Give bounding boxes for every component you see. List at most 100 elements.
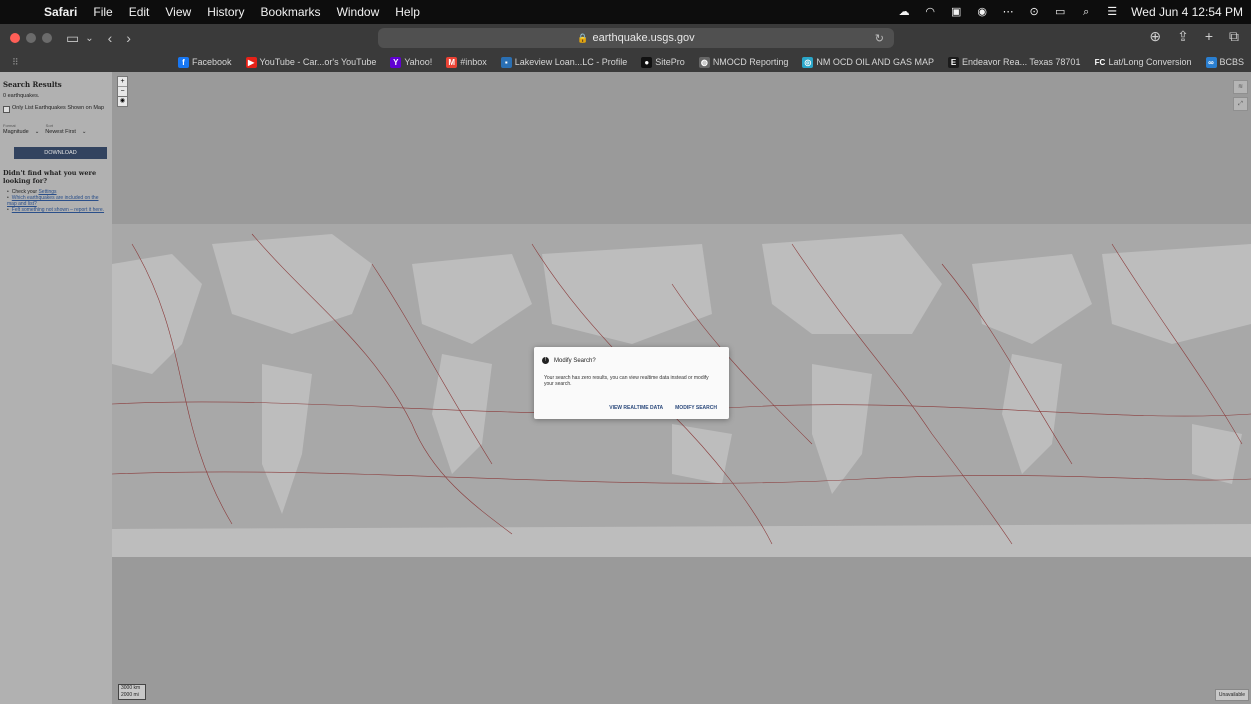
favorite-5[interactable]: ▪ Lakeview Loan...LC - Profile <box>500 56 628 68</box>
chevron-down-icon[interactable]: ⌄ <box>85 33 93 44</box>
list-item: Which earthquakes are included on the ma… <box>7 195 109 207</box>
fcc-icon: FC <box>1094 56 1106 68</box>
close-window-button[interactable] <box>10 33 20 43</box>
sort-select[interactable]: Newest First <box>45 129 76 135</box>
menu-edit[interactable]: Edit <box>129 5 150 19</box>
help-links: Check your Settings Which earthquakes ar… <box>7 189 109 213</box>
forward-icon[interactable]: › <box>126 30 131 46</box>
play-icon[interactable]: ⊙ <box>1027 5 1041 19</box>
favorite-6[interactable]: ● SitePro <box>641 56 685 68</box>
browser-toolbar: ▭ ⌄ ‹ › 🔒 earthquake.usgs.gov ↻ ⊕ ⇪ + ⧉ <box>0 24 1251 52</box>
menu-window[interactable]: Window <box>337 5 380 19</box>
control-center-icon[interactable]: ☰ <box>1105 5 1119 19</box>
favorite-label: Endeavor Rea... Texas 78701 <box>962 57 1081 67</box>
favorites-bar: ⠿ f Facebook ▶ YouTube - Car...or's YouTube… <box>0 52 1251 72</box>
zoom-out-button[interactable]: − <box>118 86 127 96</box>
menu-view[interactable]: View <box>165 5 191 19</box>
only-list-checkbox[interactable]: Only List Earthquakes Shown on Map <box>3 105 109 113</box>
search-results-panel: Search Results 0 earthquakes. Only List … <box>0 72 112 704</box>
wifi-icon[interactable]: ◠ <box>923 5 937 19</box>
zoom-control: + − <box>117 76 128 97</box>
url-text: earthquake.usgs.gov <box>592 32 695 44</box>
sort-label: Sort <box>45 123 54 128</box>
share-icon[interactable]: ⇪ <box>1177 28 1189 45</box>
favorite-label: Yahoo! <box>404 57 433 67</box>
download-button[interactable]: DOWNLOAD <box>14 147 107 159</box>
favorite-11[interactable]: ∞ BCBS <box>1205 56 1245 68</box>
favorite-label: SitePro <box>655 57 685 67</box>
view-realtime-button[interactable]: VIEW REALTIME DATA <box>609 405 663 411</box>
favorite-10[interactable]: FC Lat/Long Conversion <box>1094 56 1192 68</box>
address-bar[interactable]: 🔒 earthquake.usgs.gov ↻ <box>378 28 894 48</box>
only-list-label: Only List Earthquakes Shown on Map <box>12 105 105 111</box>
info-icon: ! <box>542 357 549 364</box>
checkbox-icon[interactable] <box>3 106 10 113</box>
favorite-3[interactable]: Y Yahoo! <box>390 56 433 68</box>
map-scale: 3000 km 2000 mi <box>118 684 146 700</box>
grid-icon[interactable]: ⠿ <box>12 57 19 68</box>
reload-icon[interactable]: ↻ <box>875 32 884 45</box>
favorite-2[interactable]: ▶ YouTube - Car...or's YouTube <box>245 56 377 68</box>
menu-file[interactable]: File <box>93 5 112 19</box>
layers-icon[interactable]: ≋ <box>1233 80 1248 94</box>
sidebar-toggle-icon[interactable]: ▭ <box>66 30 79 47</box>
menu-bookmarks[interactable]: Bookmarks <box>261 5 321 19</box>
format-select[interactable]: Magnitude <box>3 129 29 135</box>
favorite-label: YouTube - Car...or's YouTube <box>259 57 377 67</box>
dialog-title: Modify Search? <box>554 357 596 364</box>
favorite-label: #inbox <box>460 57 487 67</box>
chevron-down-icon: ⌄ <box>34 129 40 135</box>
zoom-in-button[interactable]: + <box>118 77 127 86</box>
new-tab-icon[interactable]: + <box>1205 28 1213 45</box>
chevron-down-icon: ⌄ <box>81 129 87 135</box>
favorite-9[interactable]: E Endeavor Rea... Texas 78701 <box>948 56 1081 68</box>
favorite-4[interactable]: M #inbox <box>446 56 487 68</box>
minimize-window-button[interactable] <box>26 33 36 43</box>
fullscreen-icon[interactable]: ⤢ <box>1233 97 1248 111</box>
menu-help[interactable]: Help <box>395 5 420 19</box>
creative-cloud-icon[interactable]: ☁ <box>897 5 911 19</box>
dialog-body: Your search has zero results, you can vi… <box>544 375 709 387</box>
screenshot-icon[interactable]: ▣ <box>949 5 963 19</box>
favorite-7[interactable]: ◍ NMOCD Reporting <box>698 56 788 68</box>
favorite-label: BCBS <box>1219 57 1245 67</box>
sitepro-icon: ● <box>641 56 653 68</box>
modify-search-dialog: ! Modify Search? Your search has zero re… <box>534 347 729 419</box>
help-title: Didn't find what you were looking for? <box>3 169 97 185</box>
tab-overview-icon[interactable]: ⧉ <box>1229 28 1239 45</box>
menu-history[interactable]: History <box>207 5 244 19</box>
favorite-label: Lakeview Loan...LC - Profile <box>514 57 628 67</box>
app-status-icon[interactable]: ◉ <box>975 5 989 19</box>
back-icon[interactable]: ‹ <box>108 30 113 46</box>
scale-km: 3000 km <box>121 685 141 691</box>
window-controls <box>10 33 52 43</box>
macos-menu-bar: Safari File Edit View History Bookmarks … <box>0 0 1251 24</box>
result-count: 0 earthquakes. <box>3 93 40 99</box>
facebook-icon: f <box>178 56 189 68</box>
endeavor-icon: E <box>948 56 960 68</box>
locate-icon[interactable]: ◉ <box>117 96 128 107</box>
menu-clock[interactable]: Wed Jun 4 12:54 PM <box>1131 5 1243 19</box>
menu-safari[interactable]: Safari <box>44 5 77 19</box>
yahoo-icon: Y <box>390 56 402 68</box>
search-icon[interactable]: ⌕ <box>1079 5 1093 19</box>
lock-icon: 🔒 <box>577 32 589 43</box>
favorite-8[interactable]: ◎ NM OCD OIL AND GAS MAP <box>802 56 935 68</box>
modify-search-button[interactable]: MODIFY SEARCH <box>675 405 717 411</box>
youtube-icon: ▶ <box>245 56 257 68</box>
battery-icon[interactable]: ▭ <box>1053 5 1067 19</box>
zoom-window-button[interactable] <box>42 33 52 43</box>
favorite-label: Facebook <box>192 57 232 67</box>
which-earthquakes-link[interactable]: Which earthquakes are included on the ma… <box>7 195 99 207</box>
favorite-1[interactable]: f Facebook <box>178 56 232 68</box>
nm-map-icon: ◎ <box>802 56 814 68</box>
list-item: Felt something not shown – report it her… <box>7 207 109 213</box>
search-results-title: Search Results <box>3 80 62 89</box>
download-icon[interactable]: ⊕ <box>1149 28 1161 45</box>
favorite-label: NM OCD OIL AND GAS MAP <box>816 57 935 67</box>
felt-report-link[interactable]: Felt something not shown – report it her… <box>12 207 104 213</box>
lakeview-icon: ▪ <box>500 56 512 68</box>
scale-mi: 2000 mi <box>121 692 139 698</box>
favorite-label: Lat/Long Conversion <box>1108 57 1192 67</box>
map-attribution: Unavailable <box>1214 689 1249 701</box>
